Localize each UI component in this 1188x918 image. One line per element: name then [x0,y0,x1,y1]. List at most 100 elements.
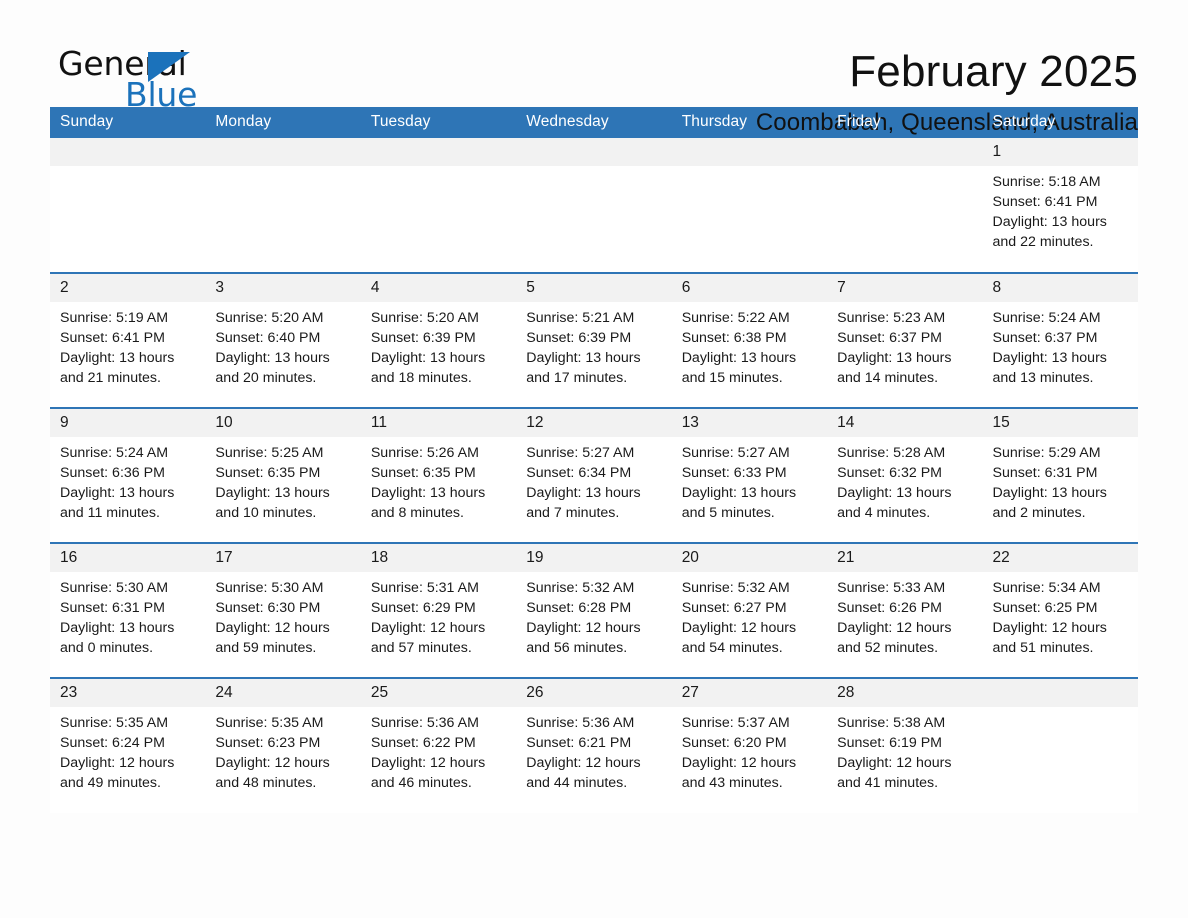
calendar-cell-day[interactable]: 3 Sunrise: 5:20 AM Sunset: 6:40 PM Daylight… [205,272,361,408]
day-number [360,138,517,166]
day-number: 8 [982,274,1138,302]
day-details: Sunrise: 5:19 AM Sunset: 6:41 PM Daylight:… [50,302,205,388]
day-details: Sunrise: 5:25 AM Sunset: 6:35 PM Daylight:… [205,437,360,523]
daylight-text: Daylight: 12 hours and 44 minutes. [526,755,641,791]
daylight-text: Daylight: 12 hours and 41 minutes. [837,755,952,791]
sunrise-text: Sunrise: 5:37 AM [681,715,790,731]
sunrise-text: Sunrise: 5:28 AM [837,445,946,461]
calendar-cell-day[interactable]: 10 Sunrise: 5:25 AM Sunset: 6:35 PM Dayligh… [205,407,361,543]
day-number: 13 [671,409,828,437]
logo-text-blue: Blue [125,75,198,114]
sunset-text: Sunset: 6:29 PM [370,600,476,616]
daylight-text: Daylight: 13 hours and 11 minutes. [60,485,175,521]
day-details: Sunrise: 5:24 AM Sunset: 6:37 PM Daylight:… [983,302,1138,388]
daylight-text: Daylight: 13 hours and 10 minutes. [215,485,330,521]
daylight-text: Daylight: 12 hours and 49 minutes. [60,755,175,791]
calendar-cell-day[interactable]: 22 Sunrise: 5:34 AM Sunset: 6:25 PM Dayligh… [982,542,1138,678]
sunrise-text: Sunrise: 5:20 AM [215,310,324,326]
general-blue-logo: General Blue [50,44,250,116]
calendar-cell-day[interactable]: 11 Sunrise: 5:26 AM Sunset: 6:35 PM Dayligh… [360,407,517,543]
daylight-text: Daylight: 13 hours and 8 minutes. [370,485,486,521]
day-number: 19 [516,544,672,572]
calendar-table: Sunday Monday Tuesday Wednesday Thursday… [50,107,1138,813]
calendar-cell-day[interactable]: 1 Sunrise: 5:18 AM Sunset: 6:41 PM Daylight… [982,138,1138,273]
day-number: 22 [982,544,1138,572]
calendar-week-row: 16 Sunrise: 5:30 AM Sunset: 6:31 PM Dayligh… [50,542,1138,678]
calendar-cell-day[interactable]: 19 Sunrise: 5:32 AM Sunset: 6:28 PM Dayligh… [516,542,672,678]
day-details: Sunrise: 5:23 AM Sunset: 6:37 PM Daylight:… [827,302,982,388]
day-number: 16 [50,544,206,572]
day-number: 6 [671,274,828,302]
daylight-text: Daylight: 13 hours and 15 minutes. [681,350,797,386]
day-number [516,138,672,166]
day-number: 12 [516,409,672,437]
daylight-text: Daylight: 13 hours and 14 minutes. [837,350,952,386]
calendar-cell-day[interactable]: 13 Sunrise: 5:27 AM Sunset: 6:33 PM Dayligh… [671,407,828,543]
page-header: General Blue February 2025 Coombabah, Qu… [50,0,1138,136]
daylight-text: Daylight: 13 hours and 18 minutes. [370,350,486,386]
calendar-cell-day[interactable]: 6 Sunrise: 5:22 AM Sunset: 6:38 PM Daylight… [671,272,828,408]
calendar-cell-day[interactable]: 27 Sunrise: 5:37 AM Sunset: 6:20 PM Dayligh… [671,677,828,813]
sunset-text: Sunset: 6:31 PM [992,465,1098,481]
day-details: Sunrise: 5:36 AM Sunset: 6:21 PM Daylight:… [516,707,671,793]
daylight-text: Daylight: 12 hours and 51 minutes. [992,620,1107,656]
day-number: 2 [50,274,206,302]
day-number: 27 [671,679,828,707]
calendar-cell-day[interactable]: 20 Sunrise: 5:32 AM Sunset: 6:27 PM Dayligh… [671,542,828,678]
sunrise-text: Sunrise: 5:31 AM [370,580,479,596]
calendar-cell-day[interactable]: 21 Sunrise: 5:33 AM Sunset: 6:26 PM Dayligh… [827,542,983,678]
calendar-cell-day[interactable]: 4 Sunrise: 5:20 AM Sunset: 6:39 PM Daylight… [360,272,517,408]
sunset-text: Sunset: 6:40 PM [215,330,321,346]
sunset-text: Sunset: 6:20 PM [681,735,787,751]
calendar-cell-empty [516,138,672,273]
calendar-cell-day[interactable]: 24 Sunrise: 5:35 AM Sunset: 6:23 PM Dayligh… [205,677,361,813]
calendar-cell-day[interactable]: 16 Sunrise: 5:30 AM Sunset: 6:31 PM Dayligh… [50,542,206,678]
day-details: Sunrise: 5:20 AM Sunset: 6:39 PM Daylight:… [361,302,516,388]
sunrise-text: Sunrise: 5:21 AM [526,310,635,326]
calendar-cell-day[interactable]: 2 Sunrise: 5:19 AM Sunset: 6:41 PM Daylight… [50,272,206,408]
daylight-text: Daylight: 13 hours and 17 minutes. [526,350,641,386]
sunset-text: Sunset: 6:26 PM [837,600,942,616]
day-number [671,138,828,166]
sunset-text: Sunset: 6:41 PM [992,194,1098,210]
sunrise-text: Sunrise: 5:38 AM [837,715,946,731]
day-number: 5 [516,274,672,302]
page-title: February 2025 [849,47,1138,96]
calendar-cell-day[interactable]: 25 Sunrise: 5:36 AM Sunset: 6:22 PM Dayligh… [360,677,517,813]
calendar-week-row: 23 Sunrise: 5:35 AM Sunset: 6:24 PM Dayligh… [50,677,1138,813]
sunrise-text: Sunrise: 5:29 AM [992,445,1101,461]
sunrise-text: Sunrise: 5:19 AM [60,310,169,326]
day-number [827,138,983,166]
day-number: 11 [360,409,517,437]
daylight-text: Daylight: 12 hours and 46 minutes. [370,755,486,791]
day-details: Sunrise: 5:24 AM Sunset: 6:36 PM Daylight:… [50,437,205,523]
calendar-cell-day[interactable]: 5 Sunrise: 5:21 AM Sunset: 6:39 PM Daylight… [516,272,672,408]
daylight-text: Daylight: 13 hours and 4 minutes. [837,485,952,521]
day-number: 3 [205,274,361,302]
daylight-text: Daylight: 12 hours and 43 minutes. [681,755,797,791]
calendar-cell-day[interactable]: 14 Sunrise: 5:28 AM Sunset: 6:32 PM Dayligh… [827,407,983,543]
sunset-text: Sunset: 6:41 PM [60,330,165,346]
sunset-text: Sunset: 6:19 PM [837,735,942,751]
calendar-cell-day[interactable]: 23 Sunrise: 5:35 AM Sunset: 6:24 PM Dayligh… [50,677,206,813]
day-details: Sunrise: 5:31 AM Sunset: 6:29 PM Daylight:… [361,572,516,658]
calendar-cell-day[interactable]: 17 Sunrise: 5:30 AM Sunset: 6:30 PM Dayligh… [205,542,361,678]
calendar-week-row: 9 Sunrise: 5:24 AM Sunset: 6:36 PM Daylight… [50,407,1138,543]
sunset-text: Sunset: 6:25 PM [992,600,1098,616]
daylight-text: Daylight: 13 hours and 13 minutes. [992,350,1107,386]
calendar-cell-day[interactable]: 9 Sunrise: 5:24 AM Sunset: 6:36 PM Daylight… [50,407,206,543]
calendar-cell-day[interactable]: 26 Sunrise: 5:36 AM Sunset: 6:21 PM Dayligh… [516,677,672,813]
calendar-cell-day[interactable]: 18 Sunrise: 5:31 AM Sunset: 6:29 PM Dayligh… [360,542,517,678]
daylight-text: Daylight: 13 hours and 5 minutes. [681,485,797,521]
sunrise-text: Sunrise: 5:20 AM [370,310,479,326]
sunset-text: Sunset: 6:22 PM [370,735,476,751]
sunrise-text: Sunrise: 5:22 AM [681,310,790,326]
calendar-cell-day[interactable]: 28 Sunrise: 5:38 AM Sunset: 6:19 PM Dayligh… [827,677,983,813]
day-number: 28 [827,679,983,707]
calendar-cell-day[interactable]: 12 Sunrise: 5:27 AM Sunset: 6:34 PM Dayligh… [516,407,672,543]
day-details: Sunrise: 5:28 AM Sunset: 6:32 PM Daylight:… [827,437,982,523]
sunset-text: Sunset: 6:34 PM [526,465,632,481]
calendar-cell-day[interactable]: 8 Sunrise: 5:24 AM Sunset: 6:37 PM Daylight… [982,272,1138,408]
calendar-cell-day[interactable]: 7 Sunrise: 5:23 AM Sunset: 6:37 PM Daylight… [827,272,983,408]
calendar-cell-day[interactable]: 15 Sunrise: 5:29 AM Sunset: 6:31 PM Dayligh… [982,407,1138,543]
